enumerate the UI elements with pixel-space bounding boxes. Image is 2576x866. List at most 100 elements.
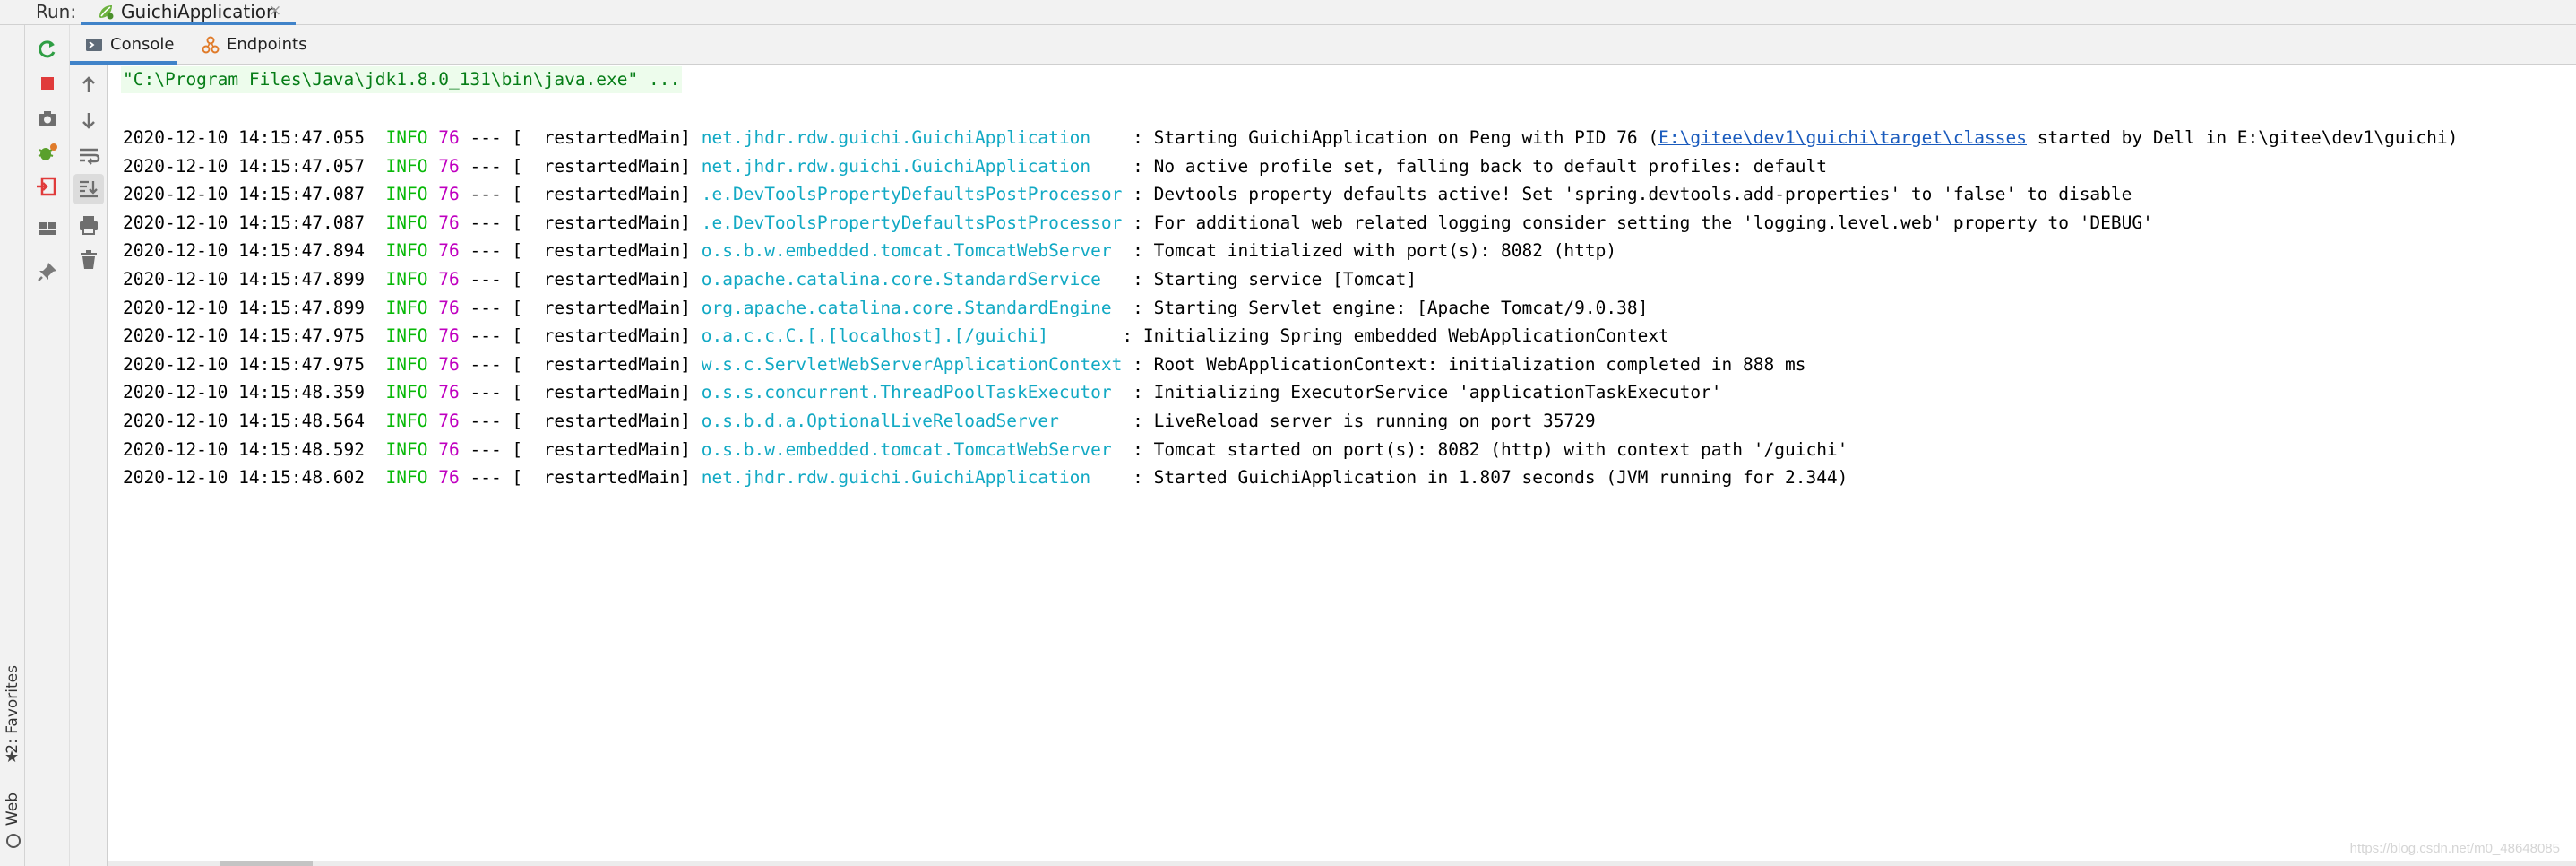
web-tool-window-button[interactable]: Web [3, 792, 22, 864]
tab-console[interactable]: Console [67, 25, 177, 65]
log-level: INFO [385, 212, 428, 233]
log-spacer [427, 298, 438, 318]
log-path-link[interactable]: E:\gitee\dev1\guichi\target\classes [1658, 127, 2027, 148]
arrow-up-icon[interactable] [75, 72, 102, 99]
exit-icon[interactable] [34, 173, 61, 200]
log-level: INFO [385, 382, 428, 403]
log-line: 2020-12-10 14:15:48.602 INFO 76 --- [ re… [123, 464, 1848, 491]
log-message: : For additional web related logging con… [1133, 212, 2153, 233]
console-output[interactable]: "C:\Program Files\Java\jdk1.8.0_131\bin\… [108, 65, 2576, 861]
log-spacer [365, 411, 385, 431]
log-spacer [365, 212, 385, 233]
log-thread: --- [ restartedMain] [459, 382, 702, 403]
camera-icon[interactable] [34, 105, 61, 132]
log-spacer [427, 325, 438, 346]
favorites-label: 2: Favorites [4, 665, 22, 754]
log-spacer [427, 411, 438, 431]
rerun-icon[interactable] [34, 36, 61, 63]
log-message: : Initializing Spring embedded WebApplic… [1122, 325, 1669, 347]
tab-endpoints-label: Endpoints [227, 35, 307, 54]
log-logger: .e.DevToolsPropertyDefaultsPostProcessor [701, 212, 1133, 233]
log-logger: org.apache.catalina.core.StandardEngine [701, 297, 1133, 318]
log-spacer [427, 127, 438, 148]
log-level: INFO [385, 240, 428, 262]
log-spacer [427, 354, 438, 375]
log-spacer [365, 325, 385, 346]
tab-endpoints[interactable]: Endpoints [184, 25, 307, 65]
layout-icon[interactable] [34, 215, 61, 242]
log-line: 2020-12-10 14:15:47.894 INFO 76 --- [ re… [123, 238, 1616, 264]
log-message: : No active profile set, falling back to… [1133, 155, 1827, 177]
log-spacer [427, 240, 438, 261]
log-logger: o.s.s.concurrent.ThreadPoolTaskExecutor [701, 382, 1133, 403]
log-level: INFO [385, 127, 428, 148]
log-level: INFO [385, 269, 428, 290]
log-pid: 76 [438, 269, 460, 290]
log-pid: 76 [438, 297, 460, 318]
log-timestamp: 2020-12-10 14:15:47.087 [123, 184, 366, 205]
print-icon[interactable] [75, 212, 102, 238]
log-message: : Tomcat initialized with port(s): 8082 … [1133, 240, 1617, 262]
run-tool-window-header: Run: GuichiApplication × [0, 0, 2576, 25]
log-message: : Root WebApplicationContext: initializa… [1133, 353, 1806, 375]
log-thread: --- [ restartedMain] [459, 297, 702, 318]
log-logger: o.apache.catalina.core.StandardService [701, 269, 1133, 290]
star-icon: ★ [4, 748, 20, 766]
log-logger: net.jhdr.rdw.guichi.GuichiApplication [701, 155, 1133, 177]
log-level: INFO [385, 411, 428, 431]
soft-wrap-icon[interactable] [75, 142, 102, 169]
log-message: : Starting Servlet engine: [Apache Tomca… [1133, 297, 1649, 318]
log-line: 2020-12-10 14:15:47.899 INFO 76 --- [ re… [123, 266, 1417, 293]
log-message: : Starting service [Tomcat] [1133, 269, 1417, 290]
pin-icon[interactable] [34, 258, 61, 285]
log-level: INFO [385, 325, 428, 347]
log-message: : Devtools property defaults active! Set… [1133, 184, 2132, 205]
log-pid: 76 [438, 155, 460, 177]
horizontal-scroll-track[interactable] [108, 861, 2576, 866]
log-spacer [427, 212, 438, 233]
log-timestamp: 2020-12-10 14:15:47.894 [123, 240, 366, 262]
console-icon [86, 39, 102, 51]
horizontal-scrollbar-thumb[interactable] [220, 861, 313, 866]
log-thread: --- [ restartedMain] [459, 155, 702, 177]
log-logger: o.a.c.c.C.[.[localhost].[/guichi] [701, 325, 1123, 347]
trash-icon[interactable] [75, 247, 102, 273]
log-timestamp: 2020-12-10 14:15:48.602 [123, 467, 366, 489]
log-message: : Started GuichiApplication in 1.807 sec… [1133, 467, 1848, 489]
log-spacer [365, 382, 385, 403]
close-icon[interactable]: × [269, 2, 281, 20]
log-thread: --- [ restartedMain] [459, 184, 702, 205]
log-level: INFO [385, 155, 428, 177]
log-spacer [427, 439, 438, 460]
log-level: INFO [385, 353, 428, 375]
spring-boot-icon [99, 5, 114, 20]
log-timestamp: 2020-12-10 14:15:47.975 [123, 353, 366, 375]
run-config-tab[interactable]: GuichiApplication × [81, 0, 296, 25]
log-pid: 76 [438, 184, 460, 205]
log-level: INFO [385, 297, 428, 318]
log-thread: --- [ restartedMain] [459, 325, 702, 347]
scroll-to-end-icon[interactable] [73, 174, 104, 204]
arrow-down-icon[interactable] [75, 107, 102, 134]
log-thread: --- [ restartedMain] [459, 240, 702, 262]
log-timestamp: 2020-12-10 14:15:47.975 [123, 325, 366, 347]
favorites-tool-window-button[interactable]: 2: Favorites ★ [3, 665, 22, 771]
log-thread: --- [ restartedMain] [459, 411, 702, 431]
log-logger: o.s.b.w.embedded.tomcat.TomcatWebServer [701, 438, 1133, 460]
log-timestamp: 2020-12-10 14:15:48.592 [123, 438, 366, 460]
stop-icon[interactable] [34, 70, 61, 97]
log-timestamp: 2020-12-10 14:15:47.057 [123, 155, 366, 177]
log-pid: 76 [438, 411, 460, 431]
log-line: 2020-12-10 14:15:48.592 INFO 76 --- [ re… [123, 437, 1848, 463]
log-logger: w.s.c.ServletWebServerApplicationContext [701, 353, 1133, 375]
debug-rerun-icon[interactable] [34, 140, 61, 167]
log-line: 2020-12-10 14:15:47.975 INFO 76 --- [ re… [123, 323, 1669, 350]
log-pid: 76 [438, 353, 460, 375]
log-message: : Initializing ExecutorService 'applicat… [1133, 382, 1722, 403]
log-line: 2020-12-10 14:15:47.899 INFO 76 --- [ re… [123, 295, 1648, 322]
tab-console-label: Console [110, 35, 175, 54]
log-spacer [365, 467, 385, 488]
log-pid: 76 [438, 382, 460, 403]
log-pid: 76 [438, 127, 460, 148]
log-pid: 76 [438, 240, 460, 262]
